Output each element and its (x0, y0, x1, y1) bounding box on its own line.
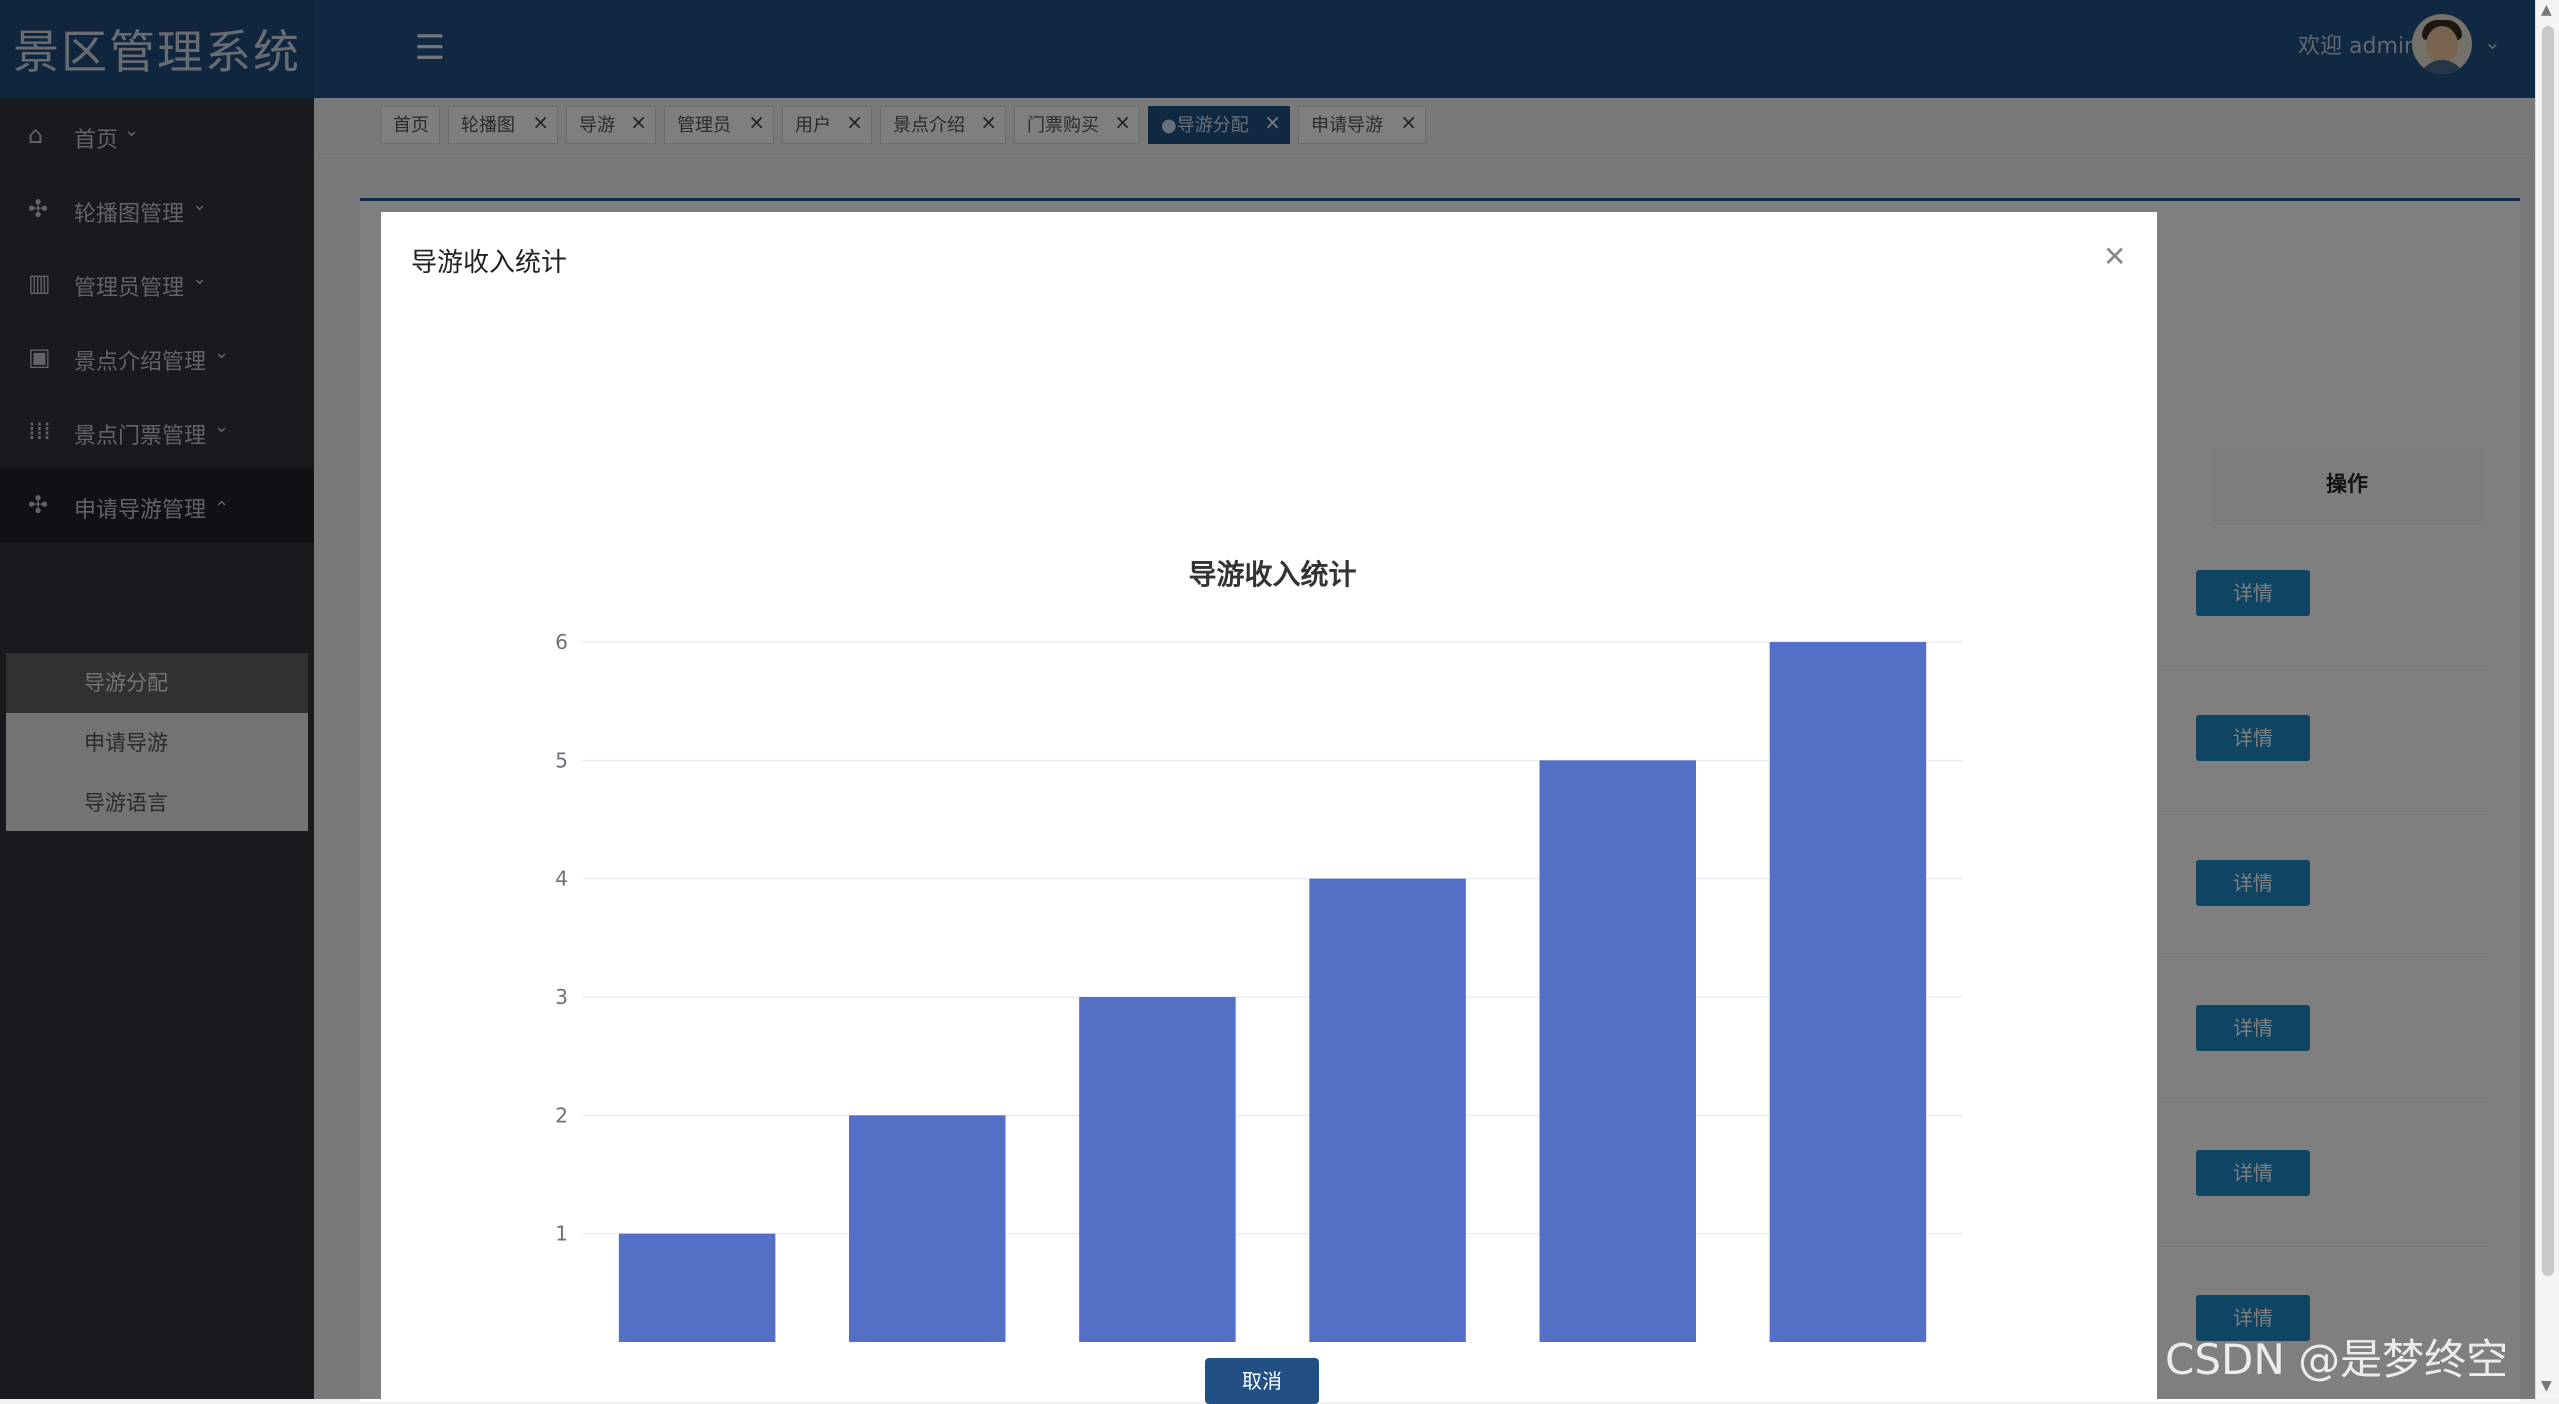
y-tick-label: 4 (555, 867, 568, 891)
y-tick-label: 3 (555, 985, 568, 1009)
y-tick-label: 2 (555, 1103, 568, 1127)
y-tick-label: 0 (555, 1340, 568, 1342)
bar (848, 1115, 1006, 1342)
bar (1769, 642, 1927, 1342)
y-tick-label: 1 (555, 1222, 568, 1246)
cancel-button[interactable]: 取消 (1205, 1358, 1319, 1404)
scroll-down-icon[interactable]: ▼ (2541, 1378, 2552, 1394)
chart-title: 导游收入统计 (1188, 558, 1356, 591)
income-modal: 导游收入统计 ✕ 导游收入统计0123456导游姓名1导游姓名2导游姓名3导游姓… (381, 212, 2157, 1404)
scrollbar-thumb[interactable] (2542, 26, 2554, 1276)
scroll-up-icon[interactable]: ▲ (2541, 2, 2552, 18)
bar (1309, 878, 1466, 1342)
bar (1079, 997, 1236, 1342)
y-tick-label: 5 (555, 748, 568, 772)
bar (618, 1233, 776, 1342)
y-tick-label: 6 (555, 630, 568, 654)
watermark: CSDN @是梦终空 (2165, 1335, 2509, 1384)
page-scrollbar[interactable]: ▲ ▼ (2535, 0, 2559, 1399)
income-bar-chart: 导游收入统计0123456导游姓名1导游姓名2导游姓名3导游姓名4导游姓名5导游… (555, 558, 1963, 1342)
bar (1539, 760, 1697, 1342)
